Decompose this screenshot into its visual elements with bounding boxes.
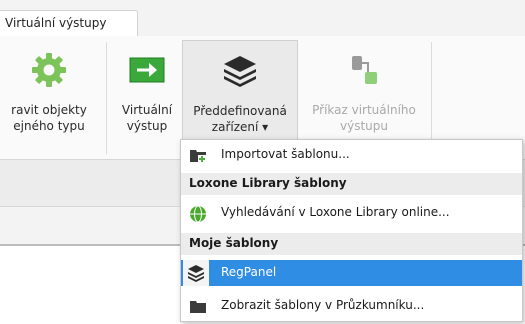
- menu-item-label: Zobrazit šablony v Průzkumníku...: [221, 298, 425, 312]
- ribbon-separator: [106, 42, 107, 154]
- menu-item-label: Vyhledávání v Loxone Library online...: [221, 205, 450, 219]
- menu-item-label: RegPanel: [221, 265, 277, 279]
- menu-section-header-my: Moje šablony: [181, 233, 522, 255]
- predefined-devices-menu: Importovat šablonu... Loxone Library šab…: [180, 139, 523, 322]
- virtual-output-command-button[interactable]: Příkaz virtuálního výstupu: [300, 40, 428, 152]
- section-label: Loxone Library šablony: [189, 176, 347, 190]
- button-label-line1: ravit objekty: [11, 103, 87, 117]
- button-label-line2: zařízení ▾: [211, 120, 269, 134]
- tab-label: Virtuální výstupy: [5, 16, 107, 30]
- menu-item-show-in-explorer[interactable]: Zobrazit šablony v Průzkumníku...: [181, 293, 522, 319]
- tab-virtual-outputs[interactable]: Virtuální výstupy: [0, 10, 138, 36]
- button-label-line1: Předdefinovaná: [193, 104, 287, 118]
- menu-item-search-library[interactable]: Vyhledávání v Loxone Library online...: [181, 200, 522, 226]
- tab-strip: Virtuální výstupy: [0, 0, 525, 37]
- button-label-line1: Virtuální: [121, 103, 173, 117]
- ribbon-separator: [431, 42, 432, 154]
- folder-icon: [189, 298, 207, 314]
- section-label: Moje šablony: [189, 236, 279, 250]
- edit-same-type-objects-button[interactable]: ravit objekty ejného typu: [0, 40, 104, 152]
- menu-item-regpanel[interactable]: RegPanel: [181, 260, 522, 286]
- layers-icon: [220, 53, 260, 89]
- globe-icon: [189, 205, 207, 223]
- layers-icon: [183, 260, 209, 286]
- menu-section-header-library: Loxone Library šablony: [181, 173, 522, 195]
- predefined-devices-button[interactable]: Předdefinovaná zařízení ▾: [182, 40, 298, 152]
- virtual-output-icon: [127, 52, 167, 88]
- folder-add-icon: [189, 147, 207, 163]
- button-label-line1: Příkaz virtuálního: [312, 103, 416, 117]
- virtual-output-button[interactable]: Virtuální výstup: [112, 40, 182, 152]
- button-label-line2: výstupu: [340, 119, 388, 133]
- menu-item-import-template[interactable]: Importovat šablonu...: [181, 142, 522, 168]
- button-label-line2: výstup: [126, 119, 168, 133]
- menu-item-label: Importovat šablonu...: [221, 147, 350, 161]
- output-command-icon: [344, 52, 384, 88]
- button-label-line2: ejného typu: [13, 119, 85, 133]
- gear-icon: [29, 52, 69, 88]
